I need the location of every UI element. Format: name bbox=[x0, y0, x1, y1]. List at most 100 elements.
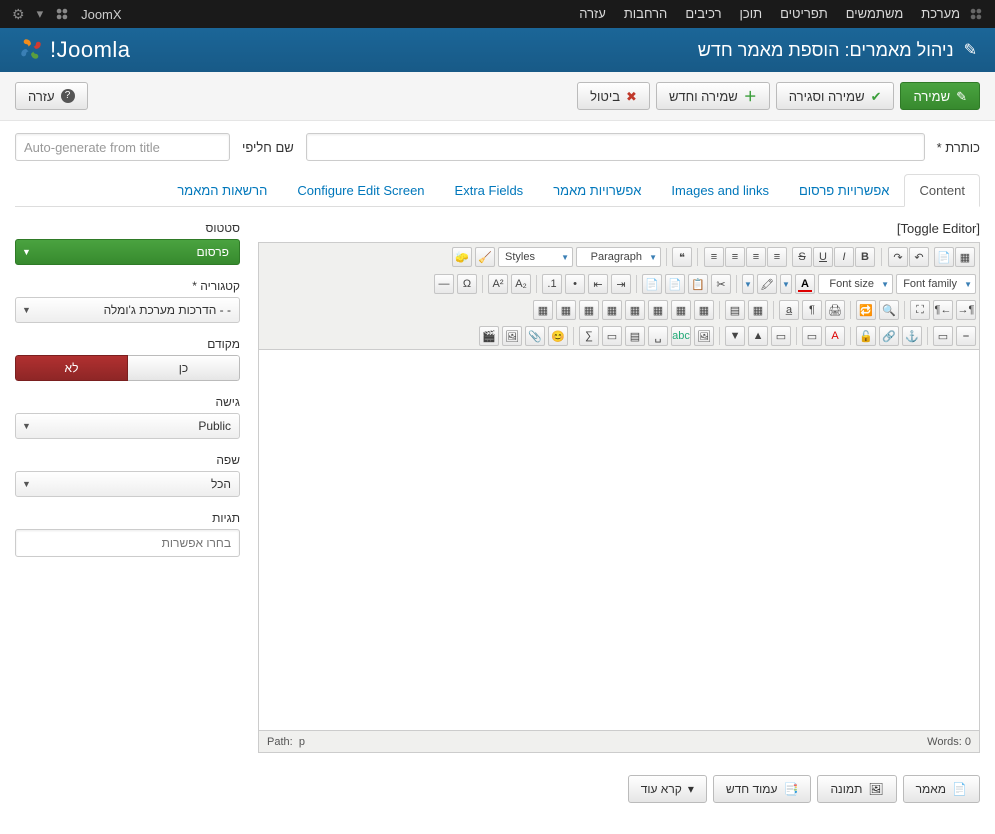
strike-icon[interactable]: S bbox=[792, 247, 812, 267]
tab-extra-fields[interactable]: Extra Fields bbox=[440, 174, 539, 207]
save-new-button[interactable]: ＋ שמירה וחדש bbox=[656, 82, 770, 110]
format-select[interactable]: Paragraph▼ bbox=[576, 247, 661, 267]
align-justify-icon[interactable]: ≡ bbox=[704, 247, 724, 267]
align-right-icon[interactable]: ≡ bbox=[725, 247, 745, 267]
underline-icon[interactable]: U bbox=[813, 247, 833, 267]
toggle-editor-link[interactable]: [Toggle Editor] bbox=[258, 221, 980, 236]
table-insert-row-before-icon[interactable]: ▦ bbox=[694, 300, 714, 320]
featured-no[interactable]: לא bbox=[15, 355, 128, 381]
tags-input[interactable] bbox=[15, 529, 240, 557]
unlink-icon[interactable]: 🔓 bbox=[856, 326, 876, 346]
paste-text-icon[interactable]: 📄 bbox=[642, 274, 662, 294]
search-icon[interactable]: 🔍 bbox=[879, 300, 899, 320]
table-delete-col-icon[interactable]: ▦ bbox=[579, 300, 599, 320]
align-center-icon[interactable]: ≡ bbox=[746, 247, 766, 267]
menu-content[interactable]: תוכן bbox=[731, 0, 772, 28]
table-merge-icon[interactable]: ▦ bbox=[533, 300, 553, 320]
tab-images-links[interactable]: Images and links bbox=[656, 174, 784, 207]
dropdown-icon[interactable]: ▼ bbox=[780, 274, 792, 294]
indent-icon[interactable]: ⇥ bbox=[611, 274, 631, 294]
table-delete-row-icon[interactable]: ▦ bbox=[648, 300, 668, 320]
insert-pagebreak-button[interactable]: 📑 עמוד חדש bbox=[713, 775, 812, 803]
cancel-button[interactable]: ✖ ביטול bbox=[577, 82, 650, 110]
table-insert-col-after-icon[interactable]: ▦ bbox=[602, 300, 622, 320]
redo-icon[interactable]: ↷ bbox=[888, 247, 908, 267]
featured-yes[interactable]: כן bbox=[128, 355, 240, 381]
menu-menus[interactable]: תפריטים bbox=[771, 0, 837, 28]
hr-icon[interactable]: — bbox=[434, 274, 454, 294]
media-icon[interactable]: 🖼 bbox=[502, 326, 522, 346]
spellcheck-icon[interactable]: abc bbox=[671, 326, 691, 346]
table-insert-col-before-icon[interactable]: ▦ bbox=[625, 300, 645, 320]
menu-extensions[interactable]: הרחבות bbox=[615, 0, 677, 28]
iframe-icon[interactable]: ▭ bbox=[602, 326, 622, 346]
italic-icon[interactable]: I bbox=[834, 247, 854, 267]
tab-publishing[interactable]: אפשרויות פרסום bbox=[784, 174, 904, 207]
backcolor-icon[interactable]: 🖍 bbox=[757, 274, 777, 294]
template-icon[interactable]: ▤ bbox=[625, 326, 645, 346]
menu-system[interactable]: מערכת bbox=[912, 0, 969, 28]
layer-back-icon[interactable]: ▼ bbox=[725, 326, 745, 346]
undo-icon[interactable]: ↶ bbox=[909, 247, 929, 267]
sub-icon[interactable]: A₂ bbox=[511, 274, 531, 294]
table-insert-row-after-icon[interactable]: ▦ bbox=[671, 300, 691, 320]
dropdown-icon[interactable]: ▼ bbox=[742, 274, 754, 294]
abbr-icon[interactable]: a̲ bbox=[779, 300, 799, 320]
bold-icon[interactable]: B bbox=[855, 247, 875, 267]
font-family-select[interactable]: Font family▼ bbox=[896, 274, 976, 294]
emoticon-icon[interactable]: 😊 bbox=[548, 326, 568, 346]
pagebreak-icon[interactable]: ⎯ bbox=[956, 326, 976, 346]
div-icon[interactable]: ▭ bbox=[802, 326, 822, 346]
title-input[interactable] bbox=[306, 133, 925, 161]
insert-image-button[interactable]: 🖼 תמונה bbox=[817, 775, 896, 803]
cut-icon[interactable]: ✂ bbox=[711, 274, 731, 294]
site-name[interactable]: JoomX bbox=[81, 7, 121, 22]
language-select[interactable]: הכל ▼ bbox=[15, 471, 240, 497]
styles-select[interactable]: Styles▼ bbox=[498, 247, 573, 267]
help-button[interactable]: ? עזרה bbox=[15, 82, 88, 110]
stats-icon[interactable]: ∑ bbox=[579, 326, 599, 346]
menu-components[interactable]: רכיבים bbox=[676, 0, 730, 28]
video-icon[interactable]: 🎬 bbox=[479, 326, 499, 346]
outdent-icon[interactable]: ⇤ bbox=[588, 274, 608, 294]
replace-icon[interactable]: 🔁 bbox=[856, 300, 876, 320]
menu-users[interactable]: משתמשים bbox=[837, 0, 913, 28]
align-left-icon[interactable]: ≡ bbox=[767, 247, 787, 267]
gear-icon[interactable]: ⚙ bbox=[12, 6, 25, 23]
charmap-icon[interactable]: Ω bbox=[457, 274, 477, 294]
rtl-icon[interactable]: ←¶ bbox=[933, 300, 953, 320]
editor-textarea[interactable] bbox=[259, 350, 979, 730]
table-icon[interactable]: ▦ bbox=[748, 300, 768, 320]
ol-icon[interactable]: 1. bbox=[542, 274, 562, 294]
newdoc-icon[interactable]: 📄 bbox=[934, 247, 954, 267]
blockquote-icon[interactable]: ❝ bbox=[672, 247, 692, 267]
print-icon[interactable]: 🖨 bbox=[825, 300, 845, 320]
table-split-icon[interactable]: ▦ bbox=[556, 300, 576, 320]
access-select[interactable]: Public ▼ bbox=[15, 413, 240, 439]
tab-article-options[interactable]: אפשרויות מאמר bbox=[538, 174, 656, 207]
tab-configure-edit[interactable]: Configure Edit Screen bbox=[282, 174, 439, 207]
status-select[interactable]: פרסום ▼ bbox=[15, 239, 240, 265]
nonbreaking-icon[interactable]: ␣ bbox=[648, 326, 668, 346]
eraser-icon[interactable]: 🧹 bbox=[475, 247, 495, 267]
tab-permissions[interactable]: הרשאות המאמר bbox=[162, 174, 282, 207]
tab-content[interactable]: Content bbox=[904, 174, 980, 207]
removeformat-icon[interactable]: 🧽 bbox=[452, 247, 472, 267]
sup-icon[interactable]: A² bbox=[488, 274, 508, 294]
category-select[interactable]: - - הדרכות מערכת ג'ומלה ▼ bbox=[15, 297, 240, 323]
copy-icon[interactable]: 📋 bbox=[688, 274, 708, 294]
layer-forward-icon[interactable]: ▲ bbox=[748, 326, 768, 346]
save-close-button[interactable]: ✔ שמירה וסגירה bbox=[776, 82, 895, 110]
fullscreen-icon[interactable]: ⛶ bbox=[910, 300, 930, 320]
insert-readmore-button[interactable]: ▾ קרא עוד bbox=[628, 775, 707, 803]
attachment-icon[interactable]: 📎 bbox=[525, 326, 545, 346]
paste-icon[interactable]: 📄 bbox=[665, 274, 685, 294]
visualblocks-icon[interactable]: ▭ bbox=[933, 326, 953, 346]
table-row-icon[interactable]: ▤ bbox=[725, 300, 745, 320]
anchor-icon[interactable]: ⚓ bbox=[902, 326, 922, 346]
insert-article-button[interactable]: 📄 מאמר bbox=[903, 775, 980, 803]
image-icon[interactable]: 🖼 bbox=[694, 326, 714, 346]
link-icon[interactable]: 🔗 bbox=[879, 326, 899, 346]
save-button[interactable]: ✎ שמירה bbox=[900, 82, 980, 110]
source-icon[interactable]: ▦ bbox=[955, 247, 975, 267]
